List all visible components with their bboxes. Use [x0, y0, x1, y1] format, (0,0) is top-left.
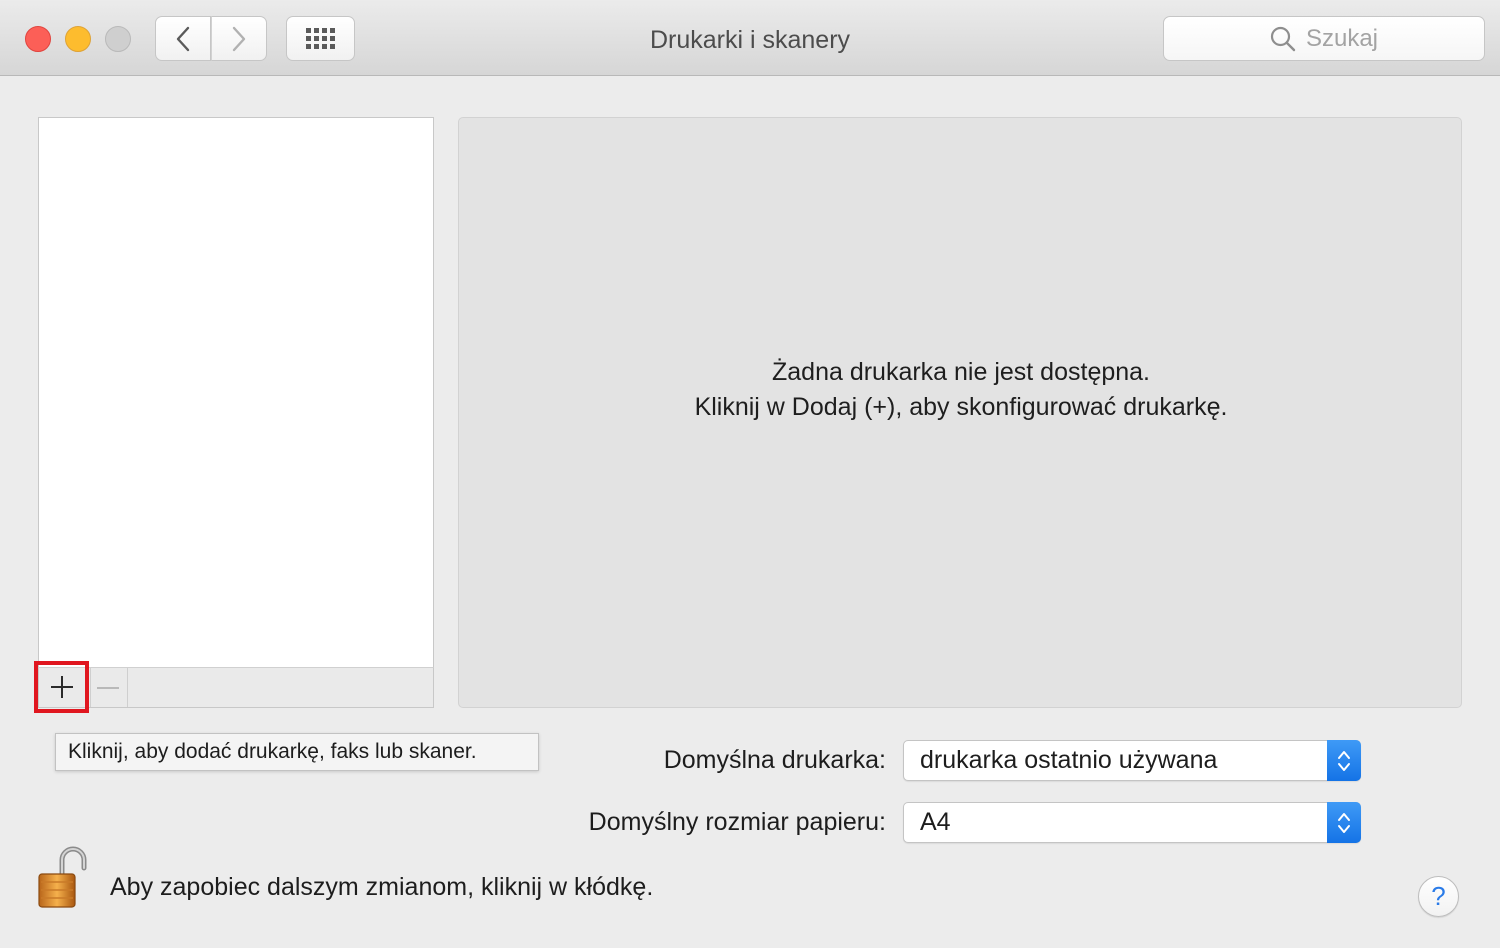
search-icon: [1270, 26, 1296, 51]
printer-list[interactable]: [38, 117, 434, 668]
popup-arrows-icon: [1327, 740, 1361, 781]
default-printer-label: Domyślna drukarka:: [663, 746, 886, 774]
search-field[interactable]: Szukaj: [1163, 16, 1485, 61]
plus-icon: [50, 676, 73, 698]
search-placeholder: Szukaj: [1305, 24, 1379, 52]
lock-instructions: Aby zapobiec dalszym zmianom, kliknij w …: [110, 873, 654, 901]
printer-detail-pane: Żadna drukarka nie jest dostępna. Klikni…: [458, 117, 1462, 708]
unlocked-padlock-icon[interactable]: [36, 846, 88, 910]
default-printer-value: drukarka ostatnio używana: [920, 746, 1218, 774]
no-printer-line2: Kliknij w Dodaj (+), aby skonfigurować d…: [694, 393, 1228, 421]
title-bar: Drukarki i skanery Szukaj: [0, 0, 1500, 76]
remove-printer-button[interactable]: [90, 668, 126, 707]
paper-size-value: A4: [920, 808, 951, 836]
help-button[interactable]: ?: [1418, 876, 1459, 917]
no-printer-line1: Żadna drukarka nie jest dostępna.: [771, 358, 1150, 386]
add-printer-tooltip: Kliknij, aby dodać drukarkę, faks lub sk…: [55, 733, 539, 771]
list-bar-divider: [127, 668, 128, 707]
printers-scanners-window: Drukarki i skanery Szukaj Żadna drukarka…: [0, 0, 1500, 948]
paper-size-label: Domyślny rozmiar papieru:: [588, 808, 886, 836]
paper-size-popup[interactable]: A4: [903, 802, 1361, 843]
no-printer-message: Żadna drukarka nie jest dostępna. Klikni…: [459, 355, 1463, 425]
default-printer-popup[interactable]: drukarka ostatnio używana: [903, 740, 1361, 781]
minus-icon: [97, 686, 119, 689]
popup-arrows-icon: [1327, 802, 1361, 843]
add-printer-button[interactable]: [34, 661, 89, 713]
